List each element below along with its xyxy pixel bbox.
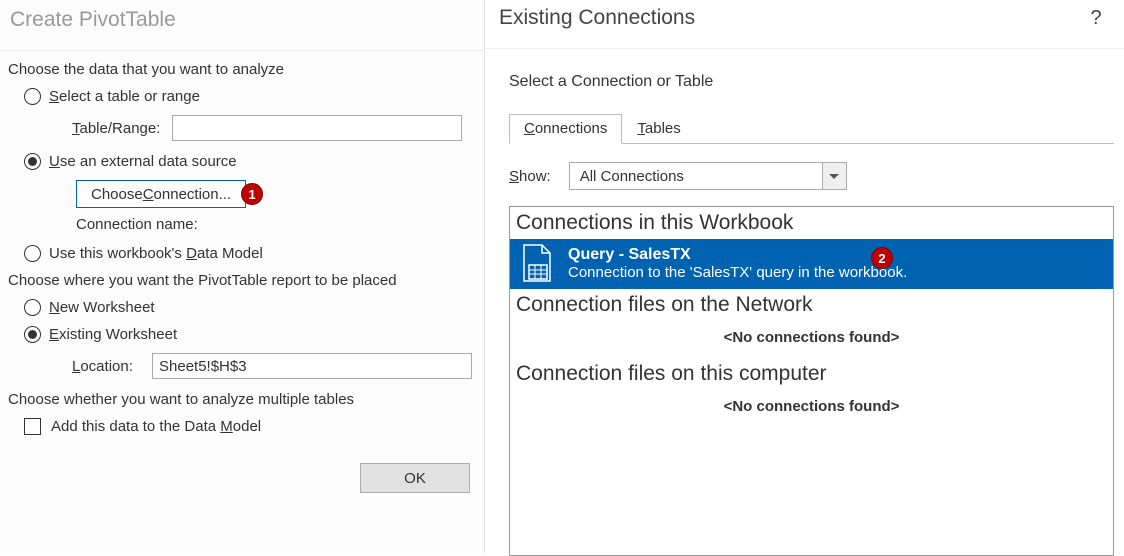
option-workbook-datamodel[interactable]: Use this workbook's Data Model [24, 245, 476, 262]
radio-select-range-label: Select a table or range [49, 88, 200, 105]
annotation-marker-1: 1 [241, 183, 263, 205]
connections-tabs: Connections Tables [509, 113, 1114, 144]
add-to-datamodel-row[interactable]: Add this data to the Data Model [24, 418, 476, 435]
radio-select-range[interactable] [24, 88, 41, 105]
annotation-marker-2: 2 [871, 247, 893, 269]
radio-new-worksheet-label: New Worksheet [49, 299, 155, 316]
option-external-source[interactable]: Use an external data source [24, 153, 476, 170]
existing-connections-body: Select a Connection or Table Connections… [485, 49, 1124, 556]
show-label: Show: [509, 168, 551, 185]
choose-connection-wrap: Choose Connection... 1 [76, 180, 476, 208]
radio-existing-worksheet[interactable] [24, 326, 41, 343]
create-pivottable-dialog: Create PivotTable Choose the data that y… [0, 0, 485, 553]
empty-network-connections: <No connections found> [510, 321, 1113, 358]
section-choose-data: Choose the data that you want to analyze [8, 61, 476, 78]
location-input[interactable] [152, 353, 472, 379]
existing-connections-titlebar: Existing Connections ? [485, 0, 1124, 49]
connection-item-salestx[interactable]: Query - SalesTX Connection to the 'Sales… [510, 239, 1113, 289]
option-select-table-range[interactable]: Select a table or range [24, 88, 476, 105]
section-choose-placement: Choose where you want the PivotTable rep… [8, 272, 476, 289]
location-row: Location: [72, 353, 476, 379]
checkbox-add-to-datamodel[interactable] [24, 418, 41, 435]
radio-datamodel[interactable] [24, 245, 41, 262]
choose-connection-button[interactable]: Choose Connection... [76, 180, 246, 208]
ok-button[interactable]: OK [360, 463, 470, 493]
connection-name-label: Connection name: [76, 216, 476, 233]
tab-tables[interactable]: Tables [622, 114, 695, 144]
help-button[interactable]: ? [1082, 7, 1110, 30]
dialog-buttons-row: OK [8, 463, 476, 493]
option-existing-worksheet[interactable]: Existing Worksheet [24, 326, 476, 343]
show-filter-row: Show: All Connections [509, 162, 1114, 190]
empty-computer-connections: <No connections found> [510, 390, 1113, 427]
query-file-icon [520, 243, 554, 283]
show-dropdown-value: All Connections [580, 168, 684, 185]
option-new-worksheet[interactable]: New Worksheet [24, 299, 476, 316]
tab-connections[interactable]: Connections [509, 114, 622, 144]
create-pivot-body: Choose the data that you want to analyze… [0, 51, 484, 493]
chevron-down-icon [829, 174, 839, 179]
radio-new-worksheet[interactable] [24, 299, 41, 316]
connection-item-title: Query - SalesTX [568, 246, 907, 264]
radio-datamodel-label: Use this workbook's Data Model [49, 245, 263, 262]
connection-item-text: Query - SalesTX Connection to the 'Sales… [568, 246, 907, 281]
group-network-connection-files: Connection files on the Network [510, 289, 1113, 321]
dialog-title-existing-connections: Existing Connections [499, 6, 695, 30]
radio-existing-worksheet-label: Existing Worksheet [49, 326, 177, 343]
show-dropdown[interactable]: All Connections [569, 162, 847, 190]
existing-connections-dialog: Existing Connections ? Select a Connecti… [485, 0, 1124, 553]
group-computer-connection-files: Connection files on this computer [510, 358, 1113, 390]
radio-external-source-label: Use an external data source [49, 153, 237, 170]
dialog-title-create-pivot: Create PivotTable [0, 0, 484, 51]
table-range-row: Table/Range: [72, 115, 476, 141]
select-connection-subhead: Select a Connection or Table [509, 73, 1114, 91]
location-label: Location: [72, 358, 144, 375]
group-workbook-connections: Connections in this Workbook [510, 207, 1113, 239]
table-range-input[interactable] [172, 115, 462, 141]
radio-external-source[interactable] [24, 153, 41, 170]
table-range-label: Table/Range: [72, 120, 164, 137]
checkbox-add-to-datamodel-label: Add this data to the Data Model [51, 418, 261, 435]
connection-item-desc: Connection to the 'SalesTX' query in the… [568, 264, 907, 281]
connections-list[interactable]: Connections in this Workbook Query - Sal… [509, 206, 1114, 556]
show-dropdown-button[interactable] [822, 163, 846, 189]
section-multiple-tables: Choose whether you want to analyze multi… [8, 391, 476, 408]
